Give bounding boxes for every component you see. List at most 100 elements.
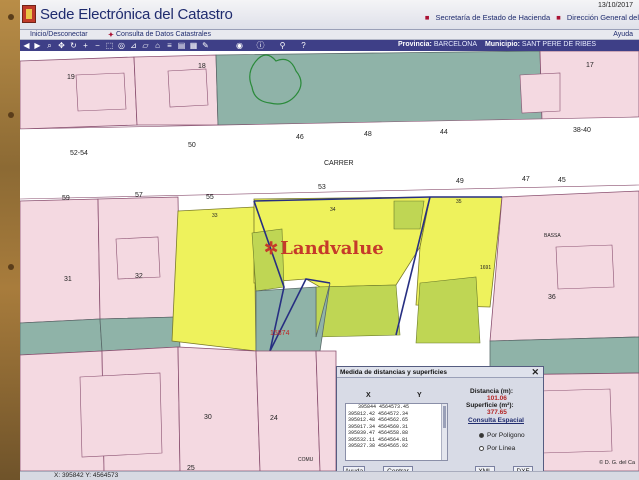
back-arrow-icon[interactable]: ◀: [22, 41, 31, 50]
parcel-teal-mid[interactable]: [99, 316, 181, 352]
select-icon[interactable]: ⬚: [105, 41, 114, 50]
location-info: Provincia: BARCELONA Municipio: SANT PER…: [398, 41, 602, 48]
scroll-thumb[interactable]: [443, 406, 446, 428]
building-35: [415, 276, 481, 344]
label-33: 33: [212, 213, 218, 219]
label-32: 32: [135, 273, 143, 280]
label-59: 59: [62, 195, 70, 202]
superficie-label: Superficie (m²):: [466, 402, 514, 409]
label-46: 46: [296, 134, 304, 141]
header-date: 13/10/2017: [597, 2, 633, 9]
radio-linea-label: Por Línea: [487, 445, 516, 452]
radio-por-linea[interactable]: Por Línea: [479, 445, 515, 452]
home-icon[interactable]: ⌂: [153, 41, 162, 50]
label-24: 24: [270, 415, 278, 422]
radio-unselected-icon[interactable]: [479, 446, 484, 451]
nav-consulta-link[interactable]: Consulta de Datos Catastrales: [116, 31, 211, 38]
municipio-value: SANT PERE DE RIBES: [521, 41, 597, 48]
column-y-header: Y: [417, 392, 422, 399]
building-17: [519, 72, 561, 114]
cadastral-map[interactable]: 19 18 17 50 46 48 44 38-40 52-54 CARRER …: [20, 51, 639, 471]
parcel-park[interactable]: [215, 51, 543, 126]
parcel-teal-left[interactable]: [20, 318, 103, 356]
parcel-33-highlight[interactable]: [171, 206, 257, 352]
target-icon[interactable]: ◎: [117, 41, 126, 50]
zoom-out-icon[interactable]: −: [93, 41, 102, 50]
coord-row[interactable]: 395827.38 4564565.92: [346, 443, 447, 450]
layers-icon[interactable]: ≡: [165, 41, 174, 50]
link-direccion[interactable]: Dirección General del: [567, 13, 639, 22]
radio-por-poligono[interactable]: Por Polígono: [479, 432, 525, 439]
building-34b: [393, 200, 425, 230]
municipio-label: Municipio:: [484, 41, 520, 48]
label-15874: 15874: [270, 330, 290, 337]
print-icon[interactable]: ▤: [177, 41, 186, 50]
label-55: 55: [206, 194, 214, 201]
radio-selected-icon[interactable]: [479, 433, 484, 438]
parcel-25[interactable]: [177, 346, 261, 471]
catastro-logo: [22, 5, 36, 23]
site-title: Sede Electrónica del Catastro: [40, 6, 233, 23]
label-1691: 1691: [480, 265, 491, 271]
label-17: 17: [586, 62, 594, 69]
info-icon[interactable]: ⓘ: [256, 41, 265, 50]
pan-icon[interactable]: ✥: [57, 41, 66, 50]
bullet-icon: ■: [556, 13, 561, 22]
bullet-icon: ■: [424, 13, 430, 22]
building-lower-2: [79, 372, 163, 458]
dialog-title: Medida de distancias y superficies: [340, 369, 447, 376]
label-30: 30: [204, 414, 212, 421]
zoom-in-icon[interactable]: +: [81, 41, 90, 50]
parcel-24[interactable]: [255, 350, 321, 471]
map-credit: © D. G. del Ca: [599, 460, 635, 466]
radio-poligono-label: Por Polígono: [487, 432, 525, 439]
map-canvas[interactable]: 19 18 17 50 46 48 44 38-40 52-54 CARRER …: [20, 51, 639, 471]
link-icon[interactable]: ⚲: [278, 41, 287, 50]
watermark: ✲ Landvalue: [264, 238, 384, 259]
provincia-label: Provincia:: [398, 41, 432, 48]
coordinate-list[interactable]: 395844 4564573.45 395812.42 4564572.34 3…: [345, 403, 448, 461]
label-35: 35: [456, 199, 462, 205]
dialog-titlebar[interactable]: Medida de distancias y superficies ✕: [337, 367, 543, 378]
label-50: 50: [188, 142, 196, 149]
parcel-comu[interactable]: [315, 350, 337, 471]
nav-consulta-icon: ✦: [108, 32, 114, 39]
street-name: CARRER: [324, 160, 354, 167]
label-48: 48: [364, 131, 372, 138]
label-38-40: 38-40: [573, 127, 591, 134]
nav-row: Inicio/Desconectar ✦ Consulta de Datos C…: [20, 30, 639, 40]
building-19: [75, 72, 127, 112]
watermark-text: Landvalue: [280, 238, 384, 259]
distancia-value: 101.06: [487, 395, 507, 402]
measure-icon[interactable]: ⊿: [129, 41, 138, 50]
label-bassa: BASSA: [544, 233, 561, 239]
measure-dialog: Medida de distancias y superficies ✕ X Y…: [336, 366, 544, 480]
link-secretaria[interactable]: Secretaría de Estado de Hacienda: [435, 13, 550, 22]
label-44: 44: [440, 129, 448, 136]
label-31: 31: [64, 276, 72, 283]
superficie-value: 377.65: [487, 409, 507, 416]
consulta-espacial-link[interactable]: Consulta Espacial: [468, 417, 524, 424]
edit-icon[interactable]: ✎: [201, 41, 210, 50]
desktop-background-strip: [0, 0, 20, 480]
close-icon[interactable]: ✕: [531, 367, 539, 378]
building-18: [167, 68, 209, 108]
parcel-31[interactable]: [20, 198, 101, 324]
grid-icon[interactable]: ▦: [189, 41, 198, 50]
coordinate-scrollbar[interactable]: [441, 404, 447, 460]
distancia-label: Distancia (m):: [470, 388, 513, 395]
zoom-area-icon[interactable]: ⌕: [45, 41, 54, 50]
help-icon[interactable]: ?: [299, 41, 308, 50]
label-52-54: 52-54: [70, 150, 88, 157]
nav-ayuda-link[interactable]: Ayuda: [613, 31, 633, 38]
pin-icon[interactable]: ◉: [235, 41, 244, 50]
label-53: 53: [318, 184, 326, 191]
forward-arrow-icon[interactable]: ▶: [33, 41, 42, 50]
label-34: 34: [330, 207, 336, 213]
strip-ornament: [8, 264, 14, 270]
label-45: 45: [558, 177, 566, 184]
area-icon[interactable]: ▱: [141, 41, 150, 50]
nav-inicio-link[interactable]: Inicio/Desconectar: [30, 31, 88, 38]
refresh-icon[interactable]: ↻: [69, 41, 78, 50]
cursor-coordinates: X: 395842 Y: 4564573: [54, 472, 119, 479]
